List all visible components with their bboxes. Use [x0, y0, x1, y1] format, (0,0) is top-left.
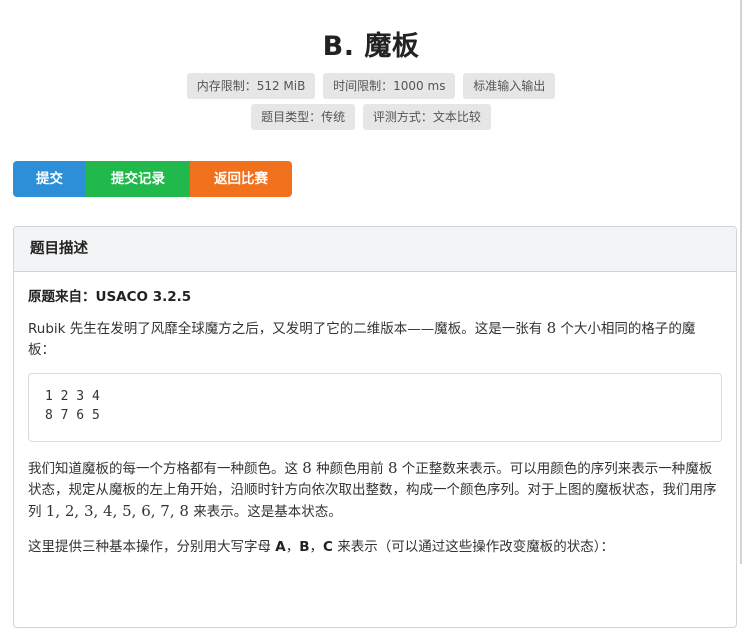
op-c-label: C — [323, 539, 333, 555]
action-button-group: 提交 提交记录 返回比赛 — [13, 161, 292, 197]
color-text-4: 来表示。这是基本状态。 — [188, 504, 342, 520]
back-to-contest-button[interactable]: 返回比赛 — [190, 161, 292, 197]
problem-source: 原题来自：USACO 3.2.5 — [28, 289, 192, 305]
judge-method-badge: 评测方式：文本比较 — [362, 104, 491, 130]
board-code-block: 1 2 3 4 8 7 6 5 — [28, 373, 722, 442]
color-text-2: 种颜色用前 — [311, 461, 388, 477]
problem-title: B. 魔板 — [322, 31, 420, 62]
color-math-3: 1, 2, 3, 4, 5, 6, 7, 8 — [45, 502, 189, 520]
op-a-label: A — [275, 539, 286, 555]
ops-sep-1: ， — [285, 539, 300, 555]
submit-button[interactable]: 提交 — [13, 161, 86, 197]
problem-type-badge: 题目类型：传统 — [251, 104, 356, 130]
type-badges: 题目类型：传统 评测方式：文本比较 — [0, 104, 742, 130]
intro-paragraph: Rubik 先生在发明了风靡全球魔方之后，又发明了它的二维版本——魔板。这是一张… — [28, 318, 722, 361]
limits-badges: 内存限制：512 MiB 时间限制：1000 ms 标准输入输出 — [0, 73, 742, 99]
ops-text-2: 来表示（可以通过这些操作改变魔板的状态）： — [332, 539, 615, 555]
intro-text-1: Rubik 先生在发明了风靡全球魔方之后，又发明了它的二维版本——魔板。这是一张… — [28, 321, 547, 337]
color-paragraph: 我们知道魔板的每一个方格都有一种颜色。这 8 种颜色用前 8 个正整数来表示。可… — [28, 458, 722, 523]
op-b-label: B — [299, 539, 310, 555]
ops-sep-2: ， — [309, 539, 324, 555]
code-line: 8 7 6 5 — [45, 408, 100, 423]
io-mode-badge: 标准输入输出 — [463, 73, 556, 99]
intro-math: 8 — [546, 319, 557, 337]
description-body: 原题来自：USACO 3.2.5 Rubik 先生在发明了风靡全球魔方之后，又发… — [14, 287, 736, 558]
description-header: 题目描述 — [14, 227, 736, 272]
time-limit-badge: 时间限制：1000 ms — [323, 73, 456, 99]
operations-paragraph: 这里提供三种基本操作，分别用大写字母 A，B，C 来表示（可以通过这些操作改变魔… — [28, 537, 722, 558]
submission-records-button[interactable]: 提交记录 — [86, 161, 190, 197]
memory-limit-badge: 内存限制：512 MiB — [186, 73, 316, 99]
color-math-1: 8 — [302, 459, 312, 477]
description-panel: 题目描述 原题来自：USACO 3.2.5 Rubik 先生在发明了风靡全球魔方… — [13, 226, 737, 628]
ops-text-1: 这里提供三种基本操作，分别用大写字母 — [28, 539, 276, 555]
color-text-1: 我们知道魔板的每一个方格都有一种颜色。这 — [28, 461, 303, 477]
code-line: 1 2 3 4 — [45, 389, 100, 404]
